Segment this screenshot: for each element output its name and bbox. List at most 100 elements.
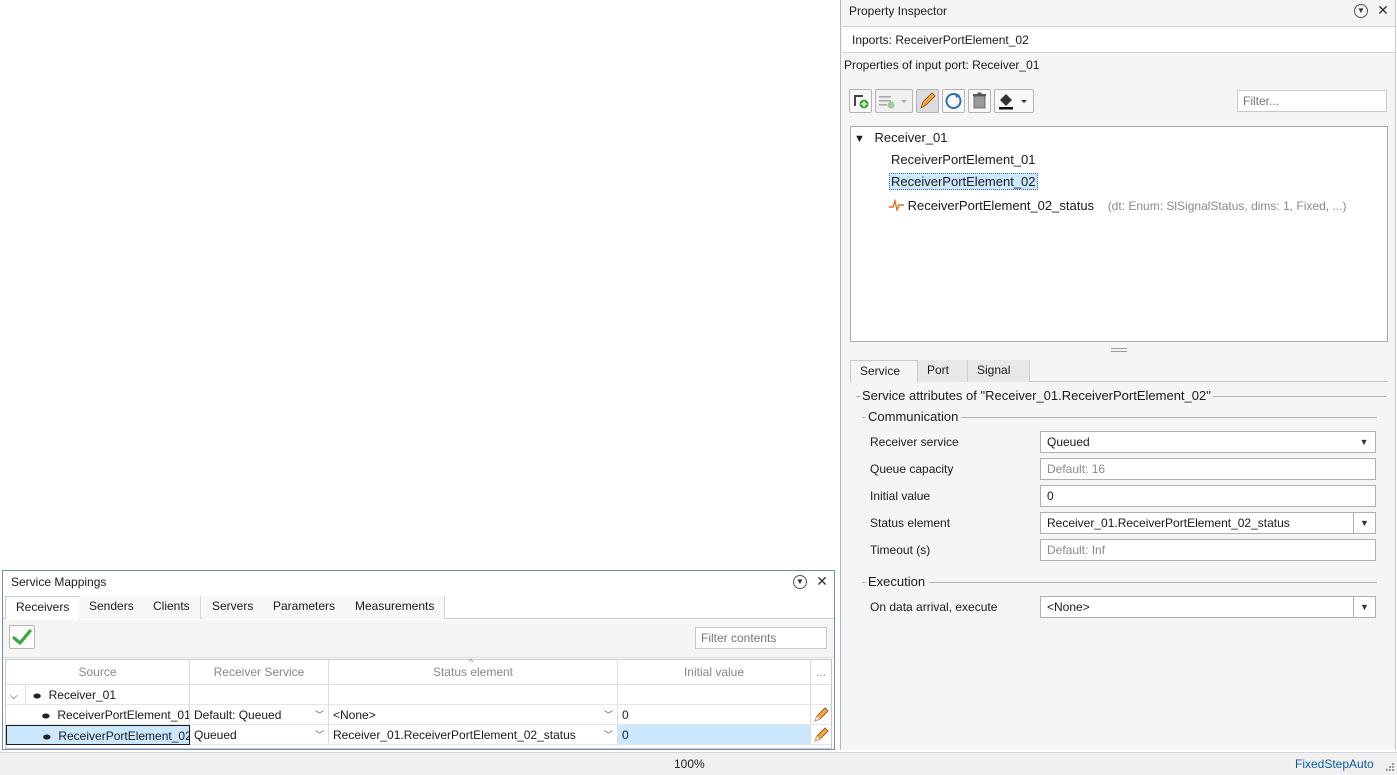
tab-clients[interactable]: Clients — [143, 596, 201, 619]
status-element-combo[interactable]: Receiver_01.ReceiverPortElement_02_statu… — [1040, 512, 1376, 534]
property-inspector-title: Property Inspector — [849, 4, 948, 18]
on-data-arrival-combo[interactable]: <None> ▼ — [1040, 596, 1376, 618]
queue-capacity-input[interactable]: Default: 16 — [1040, 458, 1376, 480]
close-icon[interactable]: ✕ — [1376, 3, 1390, 17]
chevron-down-icon: ﹀ — [314, 730, 324, 740]
panel-menu-icon[interactable]: ▼ — [1354, 4, 1368, 18]
receiver-service-dropdown[interactable]: Default: Queued ﹀ — [190, 705, 329, 725]
refresh-icon — [945, 93, 962, 109]
filter-input[interactable] — [1237, 90, 1387, 112]
edit-button[interactable] — [811, 705, 831, 725]
combo-value: Receiver_01.ReceiverPortElement_02_statu… — [1047, 516, 1290, 530]
service-mappings-tabs: Receivers Senders Clients Servers Parame… — [3, 596, 834, 620]
tab-receivers[interactable]: Receivers — [5, 596, 81, 620]
tab-signal[interactable]: Signal — [968, 360, 1030, 382]
service-mappings-toolbar — [3, 620, 834, 658]
chevron-down-icon: ﹀ — [603, 730, 613, 740]
initial-value-input[interactable]: 0 — [1040, 485, 1376, 507]
model-canvas[interactable] — [0, 0, 838, 566]
port-icon: ⬬ — [43, 732, 51, 742]
tab-service[interactable]: Service — [850, 360, 918, 383]
port-icon: ⬬ — [33, 691, 41, 701]
tab-measurements[interactable]: Measurements — [345, 596, 446, 619]
table-cell — [190, 685, 329, 705]
pencil-icon — [814, 727, 829, 742]
signal-detail: (dt: Enum: SlSignalStatus, dims: 1, Fixe… — [1107, 199, 1347, 213]
mappings-table: Source Receiver Service Status element ^… — [5, 657, 832, 749]
column-header-source[interactable]: Source — [6, 660, 190, 685]
delete-button[interactable] — [968, 89, 991, 113]
element-tree: ▼ Receiver_01 ReceiverPortElement_01 Rec… — [850, 126, 1388, 342]
inspector-tabs: Service Port Signal — [850, 360, 1388, 383]
chevron-down-icon: ﹀ — [603, 710, 613, 720]
status-bar: 100% FixedStepAuto — [0, 752, 1397, 775]
row-source: ReceiverPortElement_01 — [57, 708, 190, 722]
initial-value-input[interactable]: 0 — [618, 705, 811, 725]
panel-menu-icon[interactable]: ▼ — [793, 575, 807, 589]
validate-button[interactable] — [9, 625, 35, 649]
dropdown-value: Queued — [1047, 435, 1090, 449]
column-header-receiver-service[interactable]: Receiver Service — [190, 660, 329, 685]
tab-parameters[interactable]: Parameters — [263, 596, 347, 619]
trash-icon — [973, 92, 986, 109]
sort-ascending-icon: ^ — [469, 657, 474, 667]
filter-contents-input[interactable] — [695, 627, 827, 649]
timeout-label: Timeout (s) — [870, 543, 931, 557]
resize-grip-icon[interactable] — [1386, 763, 1394, 771]
tree-node-root[interactable]: ▼ Receiver_01 — [854, 130, 948, 145]
receiver-service-dropdown[interactable]: Queued ▼ — [1040, 431, 1376, 453]
property-inspector-panel: Property Inspector ▼ ✕ Inports: Receiver… — [840, 0, 1396, 750]
chevron-down-icon[interactable]: ▼ — [1353, 513, 1375, 533]
add-element-button[interactable] — [849, 89, 872, 113]
add-dropdown-button[interactable] — [875, 89, 913, 113]
communication-heading: Communication — [868, 409, 959, 424]
collapse-chevron-icon[interactable]: ⌵ — [10, 691, 18, 702]
execution-heading: Execution — [868, 574, 926, 589]
tree-node-label: ReceiverPortElement_02_status — [907, 198, 1095, 213]
dropdown-value: Receiver_01.ReceiverPortElement_02_statu… — [333, 728, 576, 742]
close-icon[interactable]: ✕ — [815, 574, 829, 588]
chevron-down-icon[interactable]: ▼ — [1353, 597, 1375, 617]
column-header-more[interactable]: ... — [811, 660, 831, 685]
tab-port[interactable]: Port — [918, 360, 968, 382]
status-element-label: Status element — [870, 516, 951, 530]
status-element-dropdown[interactable]: Receiver_01.ReceiverPortElement_02_statu… — [329, 725, 618, 745]
solver-link[interactable]: FixedStepAuto — [1295, 757, 1374, 771]
refresh-button[interactable] — [942, 89, 965, 113]
edit-mode-button[interactable] — [916, 89, 939, 113]
paint-bucket-icon — [999, 94, 1027, 110]
table-row-group[interactable]: ⌵ ⬬ Receiver_01 — [6, 685, 190, 705]
status-element-dropdown[interactable]: <None> ﹀ — [329, 705, 618, 725]
table-row[interactable]: ⬬ ReceiverPortElement_01 — [6, 705, 190, 725]
tree-node-element-01[interactable]: ReceiverPortElement_01 — [891, 152, 1036, 167]
zoom-level[interactable]: 100% — [674, 757, 705, 771]
table-cell — [618, 685, 811, 705]
tree-node-signal[interactable]: ReceiverPortElement_02_status (dt: Enum:… — [889, 198, 1346, 213]
column-header-initial-value[interactable]: Initial value — [618, 660, 811, 685]
expand-triangle-icon[interactable]: ▼ — [854, 133, 865, 145]
dropdown-value: Default: Queued — [194, 708, 282, 722]
chevron-down-icon: ﹀ — [314, 710, 324, 720]
receiver-service-dropdown[interactable]: Queued ﹀ — [190, 725, 329, 745]
properties-of-label: Properties of input port: Receiver_01 — [844, 58, 1040, 72]
add-element-icon — [854, 95, 869, 109]
queue-capacity-label: Queue capacity — [870, 462, 954, 476]
tree-node-element-02[interactable]: ReceiverPortElement_02 — [889, 173, 1038, 190]
signal-icon — [889, 198, 904, 213]
timeout-input[interactable]: Default: Inf — [1040, 539, 1376, 561]
table-cell — [811, 685, 831, 705]
list-add-icon — [879, 96, 907, 109]
service-mappings-title: Service Mappings — [11, 575, 107, 589]
port-icon: ⬬ — [42, 711, 50, 721]
column-header-status-element[interactable]: Status element ^ — [329, 657, 618, 685]
initial-value-input[interactable]: 0 — [618, 725, 811, 745]
tab-servers[interactable]: Servers — [202, 596, 265, 619]
table-row-selected[interactable]: ⬬ ReceiverPortElement_02 — [6, 725, 190, 745]
inspector-subtitle: Inports: ReceiverPortElement_02 — [842, 26, 1395, 53]
highlight-dropdown-button[interactable] — [994, 89, 1034, 113]
pencil-icon — [920, 92, 936, 109]
tab-senders[interactable]: Senders — [79, 596, 145, 619]
edit-button[interactable] — [811, 725, 831, 745]
pencil-icon — [814, 707, 829, 722]
splitter-handle[interactable] — [1111, 348, 1127, 352]
